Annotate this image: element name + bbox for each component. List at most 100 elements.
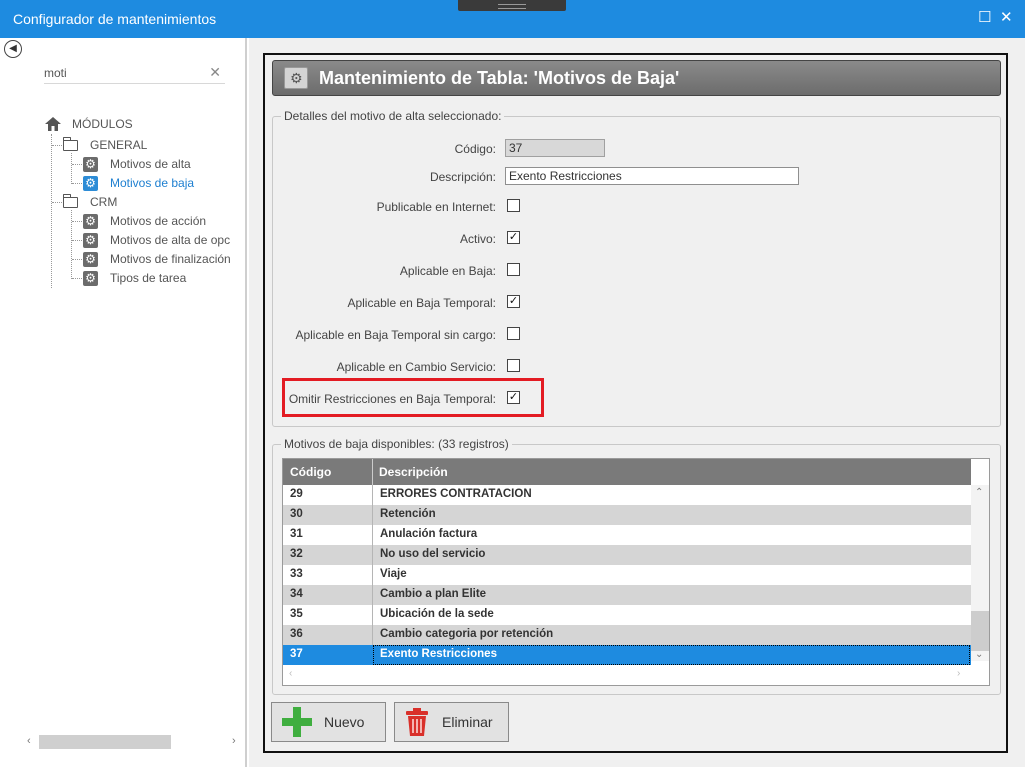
aplicable-cambio-servicio-row: Aplicable en Cambio Servicio: (273, 357, 496, 377)
tree-item-tipos-de-tarea[interactable]: Tipos de tarea (110, 271, 186, 285)
descripcion-field[interactable] (505, 167, 799, 185)
details-legend: Detalles del motivo de alta seleccionado… (281, 109, 505, 123)
scroll-left-icon[interactable]: ‹ (289, 668, 292, 679)
new-button-label: Nuevo (324, 714, 365, 730)
folder-icon (63, 194, 78, 208)
cell-descripcion: Cambio categoria por retención (380, 628, 554, 640)
tree-group-general[interactable]: GENERAL (90, 138, 147, 152)
scroll-left-icon[interactable]: ‹ (27, 735, 31, 747)
check-label: Aplicable en Baja: (399, 264, 496, 278)
tree-connector (52, 202, 62, 203)
publicable-row: Publicable en Internet: (273, 197, 496, 217)
cell-separator (372, 625, 373, 645)
codigo-field[interactable] (505, 139, 605, 157)
scroll-right-icon[interactable]: › (957, 668, 960, 679)
grid-vertical-scrollbar[interactable]: ⌃ ⌄ (971, 485, 989, 661)
table-row[interactable]: 32 No uso del servicio (283, 545, 971, 565)
table-row[interactable]: 29 ERRORES CONTRATACION (283, 485, 971, 505)
table-row[interactable]: 33 Viaje (283, 565, 971, 585)
tree-connector (72, 278, 82, 279)
table-row-selected[interactable]: 37 Exento Restricciones (283, 645, 971, 665)
tree-group-crm[interactable]: CRM (90, 195, 117, 209)
table-row[interactable]: 35 Ubicación de la sede (283, 605, 971, 625)
cell-codigo: 35 (290, 608, 303, 620)
gear-icon: ⚙ (83, 157, 98, 172)
cell-separator (372, 525, 373, 545)
clear-search-icon[interactable]: ✕ (209, 64, 221, 81)
scrollbar-thumb[interactable] (39, 735, 171, 749)
cell-codigo: 37 (290, 648, 303, 660)
motivos-grid: Código Descripción 29 ERRORES CONTRATACI… (282, 458, 990, 686)
cell-descripcion: Ubicación de la sede (380, 608, 494, 620)
aplicable-baja-checkbox[interactable] (507, 263, 520, 276)
panel-header: Mantenimiento de Tabla: 'Motivos de Baja… (272, 60, 1001, 96)
sidebar: ◀ ✕ MÓDULOS GENERAL ⚙ Motivos de alta ⚙ … (0, 38, 247, 767)
check-label: Aplicable en Baja Temporal: (347, 296, 496, 310)
window-drag-handle[interactable] (458, 0, 566, 11)
table-row[interactable]: 31 Anulación factura (283, 525, 971, 545)
cell-descripcion: Exento Restricciones (380, 648, 497, 660)
tree-item-motivos-de-baja[interactable]: Motivos de baja (110, 176, 194, 190)
new-button[interactable]: Nuevo (271, 702, 386, 742)
codigo-row: Código: (273, 139, 496, 159)
grid-horizontal-scrollbar[interactable]: ‹ › (283, 665, 971, 683)
maintenance-panel: Mantenimiento de Tabla: 'Motivos de Baja… (263, 53, 1008, 753)
scrollbar-thumb[interactable] (971, 611, 989, 651)
gear-icon: ⚙ (83, 176, 98, 191)
cell-separator (372, 605, 373, 625)
list-legend: Motivos de baja disponibles: (33 registr… (281, 437, 512, 451)
close-button[interactable]: ✕ (1000, 9, 1013, 27)
cell-descripcion: Cambio a plan Elite (380, 588, 487, 600)
sidebar-horizontal-scrollbar[interactable]: ‹ › (27, 735, 242, 749)
tree-root-label[interactable]: MÓDULOS (72, 117, 133, 131)
activo-row: Activo: (273, 229, 496, 249)
publicable-checkbox[interactable] (507, 199, 520, 212)
cell-codigo: 29 (290, 488, 303, 500)
cell-descripcion: ERRORES CONTRATACION (380, 488, 532, 500)
tree-item-motivos-de-alta[interactable]: Motivos de alta (110, 157, 191, 171)
aplicable-baja-temporal-checkbox[interactable]: ✓ (507, 295, 520, 308)
cell-codigo: 31 (290, 528, 303, 540)
column-header-codigo[interactable]: Código (290, 465, 331, 479)
column-separator[interactable] (372, 459, 373, 485)
check-label: Activo: (459, 232, 496, 246)
check-label: Publicable en Internet: (376, 200, 496, 214)
back-icon[interactable]: ◀ (4, 40, 22, 58)
aplicable-cambio-servicio-checkbox[interactable] (507, 359, 520, 372)
delete-button[interactable]: Eliminar (394, 702, 509, 742)
scroll-up-icon[interactable]: ⌃ (975, 487, 983, 498)
panel-title: Mantenimiento de Tabla: 'Motivos de Baja… (319, 68, 680, 88)
tree-item-motivos-de-finalizacion[interactable]: Motivos de finalización (110, 252, 231, 266)
aplicable-baja-row: Aplicable en Baja: (273, 261, 496, 281)
aplicable-baja-temporal-sin-cargo-checkbox[interactable] (507, 327, 520, 340)
window-titlebar: Configurador de mantenimientos ☐ ✕ (0, 0, 1025, 38)
table-row[interactable]: 34 Cambio a plan Elite (283, 585, 971, 605)
search-input[interactable] (44, 64, 194, 82)
table-row[interactable]: 30 Retención (283, 505, 971, 525)
tree-item-motivos-de-alta-de-opc[interactable]: Motivos de alta de opc (110, 233, 230, 247)
cell-codigo: 33 (290, 568, 303, 580)
codigo-label: Código: (454, 142, 496, 156)
highlight-annotation (282, 378, 544, 417)
cell-separator (372, 505, 373, 525)
tree-connector (72, 164, 82, 165)
tree-connector (51, 134, 52, 288)
table-row[interactable]: 36 Cambio categoria por retención (283, 625, 971, 645)
cell-descripcion: Retención (380, 508, 436, 520)
activo-checkbox[interactable]: ✓ (507, 231, 520, 244)
window-title: Configurador de mantenimientos (13, 11, 217, 27)
scroll-right-icon[interactable]: › (232, 735, 236, 747)
maximize-button[interactable]: ☐ (978, 9, 991, 27)
scroll-down-icon[interactable]: ⌄ (975, 649, 983, 660)
folder-icon (63, 137, 78, 151)
tree-connector (72, 221, 82, 222)
tree-item-motivos-de-accion[interactable]: Motivos de acción (110, 214, 206, 228)
trash-icon (406, 708, 428, 736)
cell-descripcion: No uso del servicio (380, 548, 486, 560)
grid-header: Código Descripción (283, 459, 971, 485)
home-icon (45, 117, 61, 131)
column-header-descripcion[interactable]: Descripción (379, 465, 448, 479)
cell-descripcion: Anulación factura (380, 528, 478, 540)
gear-icon: ⚙ (83, 271, 98, 286)
cell-separator (372, 565, 373, 585)
